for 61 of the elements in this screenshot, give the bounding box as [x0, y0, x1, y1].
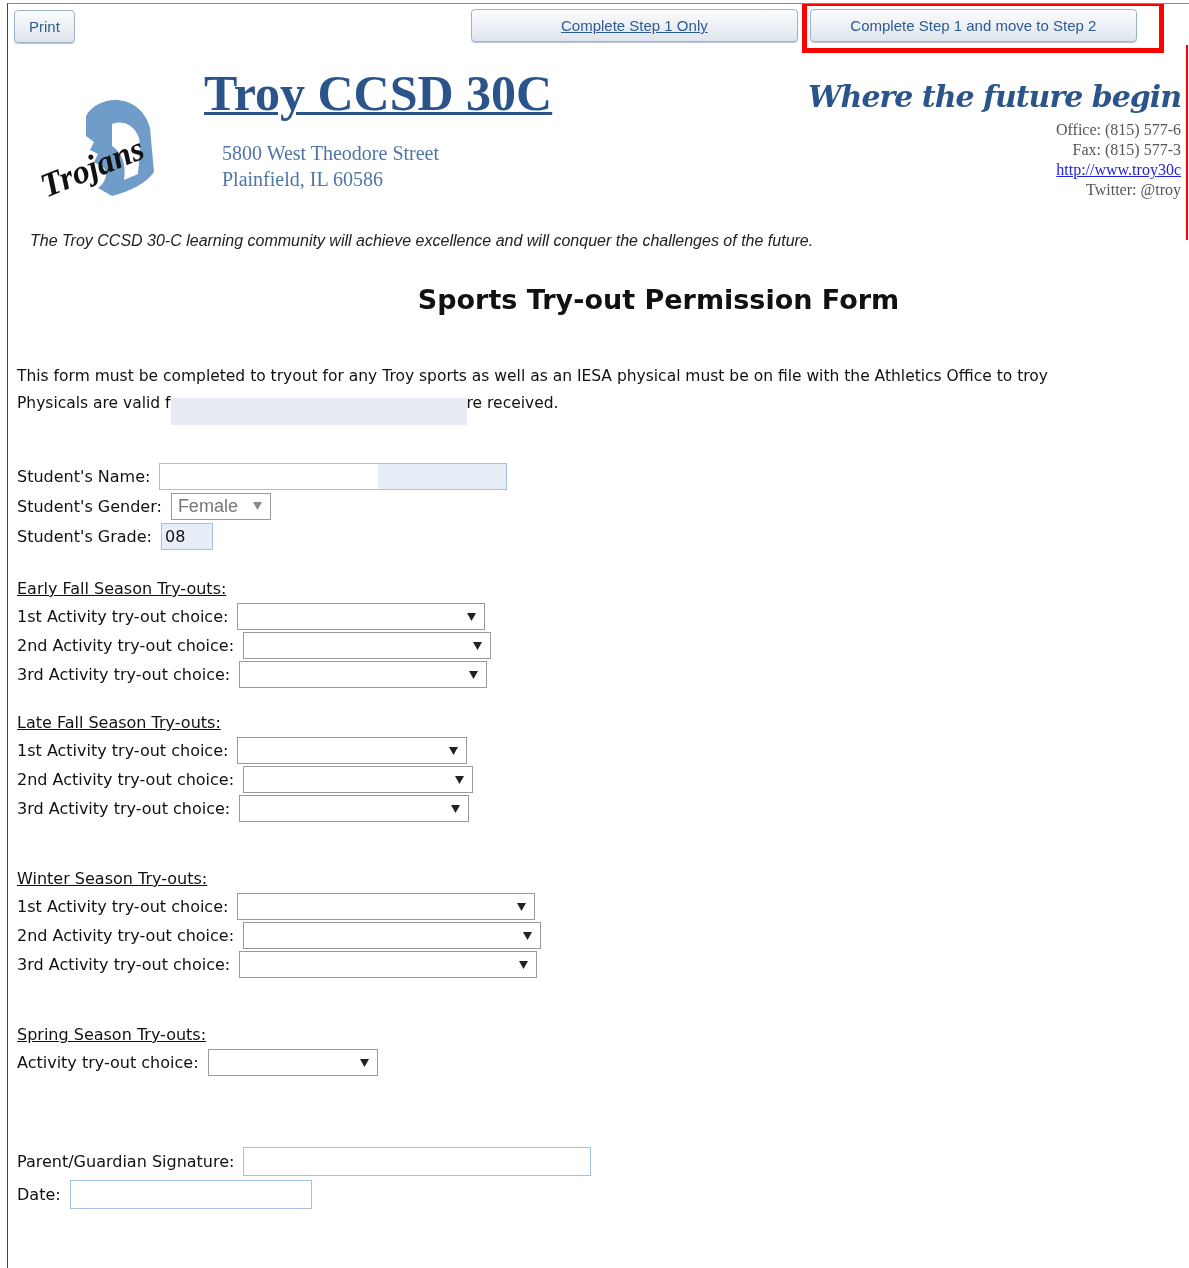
select-field[interactable] [243, 632, 492, 659]
field-label: Parent/Guardian Signature: [17, 1152, 235, 1171]
caret-icon [523, 931, 533, 940]
field-label: 3rd Activity try-out choice: [17, 955, 231, 974]
input-field[interactable] [159, 462, 508, 490]
section-heading: Early Fall Season Try-outs: [17, 578, 228, 600]
field-label: 1st Activity try-out choice: [17, 897, 229, 916]
caret-icon [359, 1058, 369, 1067]
select-field[interactable] [239, 661, 488, 688]
mission-statement: The Troy CCSD 30-C learning community will achieve excellence and will conquer the challenges of the future. [30, 232, 815, 250]
form-title: Sports Try-out Permission Form [416, 284, 901, 315]
motto: Where the future begin [807, 78, 1181, 116]
instructions-text: This form must be completed to tryout for any Troy sports as well as an IESA physical must be on file with the Athletics Office to troy [17, 366, 1050, 387]
field-label: 1st Activity try-out choice: [17, 741, 229, 760]
logo-text: Trojans [34, 129, 150, 205]
field-label: 2nd Activity try-out choice: [17, 926, 235, 945]
select-field[interactable] [237, 737, 468, 764]
input-field[interactable]: 08 [161, 522, 213, 550]
contact-line: Office: (815) 577-6 [1056, 120, 1181, 140]
select-field[interactable] [243, 766, 474, 793]
contact-line: Twitter: @troy [1086, 180, 1181, 200]
input-field[interactable] [69, 1180, 312, 1209]
caret-icon [467, 612, 477, 621]
select-field[interactable] [239, 795, 470, 822]
field-label: Student's Gender: [17, 496, 162, 516]
caret-icon [469, 670, 479, 679]
field-label: 1st Activity try-out choice: [17, 607, 229, 626]
caret-icon [519, 960, 529, 969]
field-label: Student's Name: [17, 466, 151, 486]
address-line: Plainfield, IL 60586 [222, 167, 384, 192]
caret-icon [252, 502, 262, 510]
select-field[interactable] [243, 922, 542, 949]
instructions-text: re received. [466, 393, 559, 414]
select-field[interactable] [237, 603, 486, 630]
school-name: Troy CCSD 30C [204, 64, 553, 122]
section-heading: Late Fall Season Try-outs: [17, 712, 222, 734]
section-heading: Winter Season Try-outs: [17, 868, 209, 890]
field-label: Student's Grade: [17, 526, 152, 546]
select-field[interactable] [237, 893, 536, 920]
select-field[interactable] [207, 1049, 378, 1076]
link-button[interactable]: Complete Step 1 Only [470, 9, 798, 42]
input-field[interactable] [243, 1147, 592, 1176]
select-field[interactable] [239, 951, 538, 978]
caret-icon [473, 641, 483, 650]
website-link[interactable]: http://www.troy30c [1056, 160, 1181, 180]
section-heading: Spring Season Try-outs: [17, 1024, 208, 1046]
button[interactable]: Complete Step 1 and move to Step 2 [809, 9, 1137, 42]
caret-icon [451, 804, 461, 813]
field-label: Activity try-out choice: [17, 1053, 199, 1072]
field-label: 3rd Activity try-out choice: [17, 665, 231, 684]
field-label: Date: [17, 1185, 61, 1204]
field-label: 2nd Activity try-out choice: [17, 770, 235, 789]
caret-icon [455, 775, 465, 784]
address-line: 5800 West Theodore Street [222, 141, 441, 166]
print-button[interactable]: Print [14, 10, 75, 43]
contact-line: Fax: (815) 577-3 [1072, 140, 1181, 160]
field-label: 3rd Activity try-out choice: [17, 799, 231, 818]
caret-icon [517, 902, 527, 911]
caret-icon [449, 746, 459, 755]
instructions-text: Physicals are valid f [17, 393, 171, 414]
field-label: 2nd Activity try-out choice: [17, 636, 235, 655]
